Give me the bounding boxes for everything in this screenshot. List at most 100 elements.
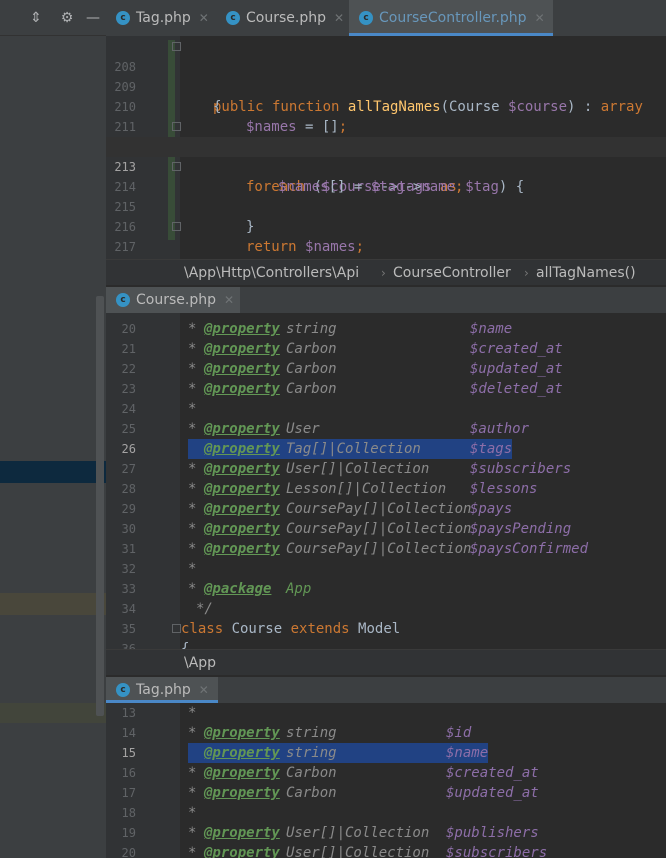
line-number: 31 — [121, 542, 136, 556]
code-line: 215 — [114, 200, 136, 214]
gear-icon[interactable]: ⚙ — [57, 8, 77, 28]
line-number: 20 — [121, 322, 136, 336]
code-line-current: 213 $names[] = $tag->name; — [106, 137, 666, 195]
fold-icon[interactable] — [172, 42, 181, 51]
breadcrumb: \App — [106, 649, 666, 675]
php-class-icon: c — [226, 11, 240, 25]
code-line: 22 * @property Carbon $updated_at — [106, 359, 666, 379]
line-number: 16 — [121, 766, 136, 780]
tab-tag-php[interactable]: c Tag.php ✕ — [106, 677, 218, 703]
code-line: 18 * — [106, 803, 666, 823]
code-line: 28 * @property Lesson[]|Collection $lessons — [106, 479, 666, 499]
editor-area: c Tag.php ✕ c Course.php ✕ c CourseContr… — [106, 0, 666, 858]
line-number: 28 — [121, 482, 136, 496]
line-number: 21 — [121, 342, 136, 356]
code-line: 218 } — [106, 237, 666, 257]
line-number: 18 — [121, 806, 136, 820]
code-line: 208 public function allTagNames(Course $… — [106, 37, 666, 115]
code-line: 35 class Course extends Model — [106, 619, 666, 639]
code-line: 23 * @property Carbon $deleted_at — [106, 379, 666, 399]
breadcrumb-class[interactable]: CourseController — [393, 260, 511, 286]
line-number: 24 — [121, 402, 136, 416]
line-number: 17 — [121, 786, 136, 800]
code-line: 15*@propertystring$name — [106, 743, 666, 763]
line-number: 36 — [121, 642, 136, 649]
code-line: 26*@propertyTag[]|Collection$tags — [106, 439, 666, 459]
code-line: 32 * — [106, 559, 666, 579]
fold-icon[interactable] — [172, 624, 181, 633]
php-class-icon: c — [359, 11, 373, 25]
code-line: 29 * @property CoursePay[]|Collection $pays — [106, 499, 666, 519]
code-editor-coursecontroller[interactable]: 208 public function allTagNames(Course $… — [106, 36, 666, 260]
line-number: 27 — [121, 462, 136, 476]
code-line: 24 * — [106, 399, 666, 419]
php-class-icon: c — [116, 683, 130, 697]
tab-label: CourseController.php — [379, 10, 527, 26]
tab-coursecontroller-php[interactable]: c CourseController.php ✕ — [349, 0, 553, 36]
project-panel-toolbar: ⇕ ⚙ — — [0, 0, 106, 36]
line-number: 14 — [121, 726, 136, 740]
fold-icon[interactable] — [172, 222, 181, 231]
breadcrumb: \App\Http\Controllers\Api › CourseContro… — [106, 259, 666, 285]
line-number: 13 — [121, 706, 136, 720]
code-line: 217 } — [106, 217, 666, 254]
project-tree-highlighted-row[interactable] — [0, 703, 106, 723]
line-number: 20 — [121, 846, 136, 858]
tab-label: Tag.php — [136, 10, 191, 26]
collapse-icon[interactable]: ⇕ — [26, 8, 46, 28]
code-line: 21 * @property Carbon $created_at — [106, 339, 666, 359]
breadcrumb-method[interactable]: allTagNames() — [536, 260, 636, 286]
line-number: 35 — [121, 622, 136, 636]
project-tree-highlighted-row[interactable] — [0, 593, 106, 615]
code-line: 25 * @property User $author — [106, 419, 666, 439]
code-line: 31 * @property CoursePay[]|Collection $paysC… — [106, 539, 666, 559]
line-number: 15 — [121, 746, 136, 760]
close-icon[interactable]: ✕ — [224, 293, 234, 307]
line-number: 30 — [121, 522, 136, 536]
code-editor-tag[interactable]: 13*14*@propertystring$id15*@propertystri… — [106, 703, 666, 858]
close-icon[interactable]: ✕ — [199, 683, 209, 697]
chevron-right-icon: › — [524, 266, 529, 280]
minus-icon[interactable]: — — [83, 8, 103, 28]
line-number: 22 — [121, 362, 136, 376]
chevron-right-icon: › — [381, 266, 386, 280]
close-icon[interactable]: ✕ — [535, 11, 545, 25]
split-tab-bar: c Tag.php ✕ — [106, 677, 666, 703]
project-tree-selected-row[interactable] — [0, 461, 106, 483]
close-icon[interactable]: ✕ — [334, 11, 344, 25]
tab-label: Course.php — [136, 292, 216, 308]
split-tab-bar: c Course.php ✕ — [106, 287, 666, 313]
code-line: 16 * @property Carbon $created_at — [106, 763, 666, 783]
code-line: 30 * @property CoursePay[]|Collection $paysP… — [106, 519, 666, 539]
fold-icon[interactable] — [172, 162, 181, 171]
code-line: 19 * @property User[]|Collection $publishers — [106, 823, 666, 843]
tab-label: Course.php — [246, 10, 326, 26]
line-number: 32 — [121, 562, 136, 576]
project-panel-scrollbar[interactable] — [96, 296, 104, 716]
breadcrumb-namespace[interactable]: \App\Http\Controllers\Api — [184, 260, 359, 286]
code-line: 210 $names = []; — [114, 100, 348, 135]
line-number: 33 — [121, 582, 136, 596]
tab-tag-php[interactable]: c Tag.php ✕ — [106, 0, 214, 36]
code-line: 211 — [114, 120, 136, 134]
tab-course-php[interactable]: c Course.php ✕ — [106, 287, 240, 313]
breadcrumb-namespace[interactable]: \App — [184, 650, 216, 676]
code-line: 20 * @property User[]|Collection $subscriber… — [106, 843, 666, 858]
php-class-icon: c — [116, 293, 130, 307]
code-line: 13 * — [106, 703, 666, 723]
line-number: 34 — [121, 602, 136, 616]
line-number: 29 — [121, 502, 136, 516]
code-line: 34 */ — [106, 599, 666, 619]
code-line: 214 } — [106, 157, 666, 235]
code-line: 33 * @package App — [106, 579, 666, 599]
code-line: 20 * @property string $name — [106, 319, 666, 339]
close-icon[interactable]: ✕ — [199, 11, 209, 25]
line-number: 23 — [121, 382, 136, 396]
code-line: 216 return $names; — [114, 220, 365, 255]
line-number: 25 — [121, 422, 136, 436]
code-editor-course[interactable]: 20 * @property string $name 21 * @property Carbo… — [106, 313, 666, 649]
code-line: 27 * @property User[]|Collection $subscriber… — [106, 459, 666, 479]
fold-icon[interactable] — [172, 122, 181, 131]
line-number: 19 — [121, 826, 136, 840]
tab-course-php[interactable]: c Course.php ✕ — [216, 0, 349, 36]
